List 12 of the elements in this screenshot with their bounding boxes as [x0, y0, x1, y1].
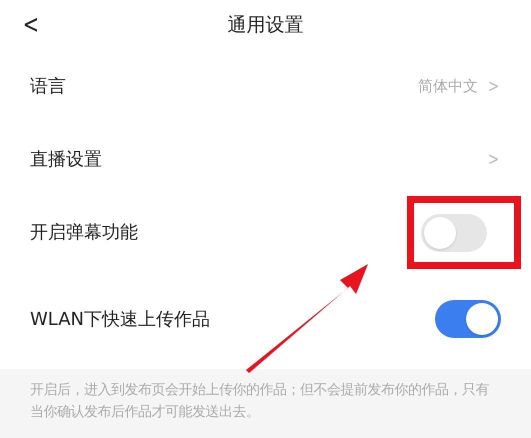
setting-value: 简体中文 [418, 76, 478, 98]
footnote-text: 开启后，进入到发布页会开始上传你的作品；但不会提前发布你的作品，只有当你确认发布后作品才可能发送出去。 [30, 381, 490, 422]
toggle-switch[interactable] [421, 214, 487, 252]
setting-label: 语言 [30, 75, 67, 99]
back-button[interactable]: < [22, 12, 40, 38]
setting-label: 开启弹幕功能 [30, 221, 139, 245]
setting-label: 直播设置 [30, 148, 103, 172]
chevron-icon[interactable]: > [488, 146, 500, 173]
setting-label: WLAN下快速上传作品 [30, 308, 212, 332]
chevron-icon[interactable]: > [488, 73, 500, 100]
toggle-switch[interactable] [435, 300, 501, 338]
page-title: 通用设置 [228, 12, 304, 38]
